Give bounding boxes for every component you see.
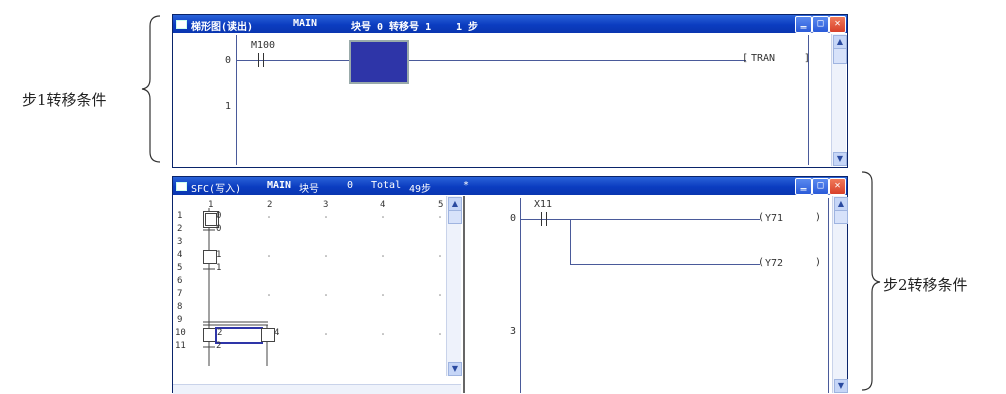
sfc-label: 1 [216,250,222,260]
bottom-title-prog: MAIN [267,180,292,191]
sfc-label: 0 [216,224,222,234]
coil-label: Y72 [765,258,784,269]
window-icon [176,20,187,29]
annotation-left: 步1转移条件 [22,91,107,109]
rung-wire [236,60,746,61]
cursor-highlight[interactable] [349,40,409,84]
minimize-button[interactable]: ‗ [795,16,812,33]
ladder-vertical-scrollbar[interactable]: ▲ ▼ [832,196,848,393]
top-title-block: 块号 0 转移号 1 [351,22,432,33]
window-icon [176,182,187,191]
bottom-title-app: SFC(写入) [191,184,242,195]
sfc-label: 0 [216,211,222,221]
top-window-titlebar[interactable]: 梯形图(读出) MAIN 块号 0 转移号 1 1 步 ‗ □ ✕ [173,15,847,33]
scroll-up-icon[interactable]: ▲ [833,35,847,49]
maximize-button[interactable]: □ [812,16,829,33]
top-vertical-scrollbar[interactable]: ▲ ▼ [831,34,847,166]
right-brace [861,171,881,391]
sfc-label: 2 [216,341,222,351]
contact-label: M100 [251,40,276,51]
bottom-title-mark: * [463,180,470,191]
coil-open: ( [758,257,765,268]
contact-bar-left [541,212,542,226]
sfc-write-window[interactable]: SFC(写入) MAIN 块号 0 Total 49步 * ‗ □ ✕ 1 2 … [172,176,848,394]
sfc-step[interactable] [203,250,217,264]
scroll-thumb[interactable] [448,210,462,224]
scroll-thumb[interactable] [833,48,847,64]
coil-label: TRAN [751,53,776,64]
contact-bar-right [546,212,547,226]
bottom-window-titlebar[interactable]: SFC(写入) MAIN 块号 0 Total 49步 * ‗ □ ✕ [173,177,847,195]
contact-label: X11 [534,199,553,210]
contact-bar-right [263,53,264,67]
minimize-button[interactable]: ‗ [795,178,812,195]
left-brace [141,15,161,163]
scroll-up-icon[interactable]: ▲ [448,197,462,211]
left-rail [520,198,521,393]
bottom-title-block-no: 0 [347,180,354,191]
scroll-down-icon[interactable]: ▼ [834,379,848,393]
sfc-label: 2 [217,328,223,338]
transition-ladder-pane[interactable]: 0 3 X11 ( Y71 ) ( Y72 ) ▲ ▼ [465,196,848,393]
coil-open-bracket: [ [742,53,749,64]
close-button[interactable]: ✕ [829,178,846,195]
left-rail [236,35,237,165]
sfc-pane[interactable]: 1 2 3 4 5 1 2 3 4 5 6 7 8 9 10 11 0 0 1 … [173,196,465,394]
contact-bar-left [258,53,259,67]
branch-wire [570,219,571,264]
sfc-step[interactable] [261,328,275,342]
top-title-step: 1 步 [456,22,479,33]
sfc-horizontal-scrollbar[interactable] [173,384,461,394]
ladder-read-window[interactable]: 梯形图(读出) MAIN 块号 0 转移号 1 1 步 ‗ □ ✕ 0 1 M1… [172,14,848,168]
scroll-up-icon[interactable]: ▲ [834,197,848,211]
top-title-app: 梯形图(读出) [191,22,254,33]
coil-close: ) [815,212,822,223]
top-title-prog: MAIN [293,18,318,29]
sfc-vertical-scrollbar[interactable]: ▲ ▼ [446,196,462,376]
bottom-title-block: 块号 [299,184,319,195]
scroll-thumb[interactable] [834,210,848,224]
right-rail [828,198,829,393]
coil-label: Y71 [765,213,784,224]
rung-number-0: 0 [510,213,517,224]
bottom-title-total: Total [371,180,402,191]
coil-open: ( [758,212,765,223]
scroll-down-icon[interactable]: ▼ [833,152,847,166]
rung-number-3: 3 [510,326,517,337]
rung-number-0: 0 [225,55,232,66]
scroll-down-icon[interactable]: ▼ [448,362,462,376]
branch-wire [570,264,760,265]
bottom-title-steps: 49步 [409,184,432,195]
maximize-button[interactable]: □ [812,178,829,195]
sfc-label: 1 [216,263,222,273]
coil-close: ) [815,257,822,268]
rung-number-1: 1 [225,101,232,112]
coil-close-bracket: ] [804,53,811,64]
rung-wire [520,219,760,220]
sfc-label: 4 [274,328,280,338]
close-button[interactable]: ✕ [829,16,846,33]
annotation-right: 步2转移条件 [883,276,968,294]
